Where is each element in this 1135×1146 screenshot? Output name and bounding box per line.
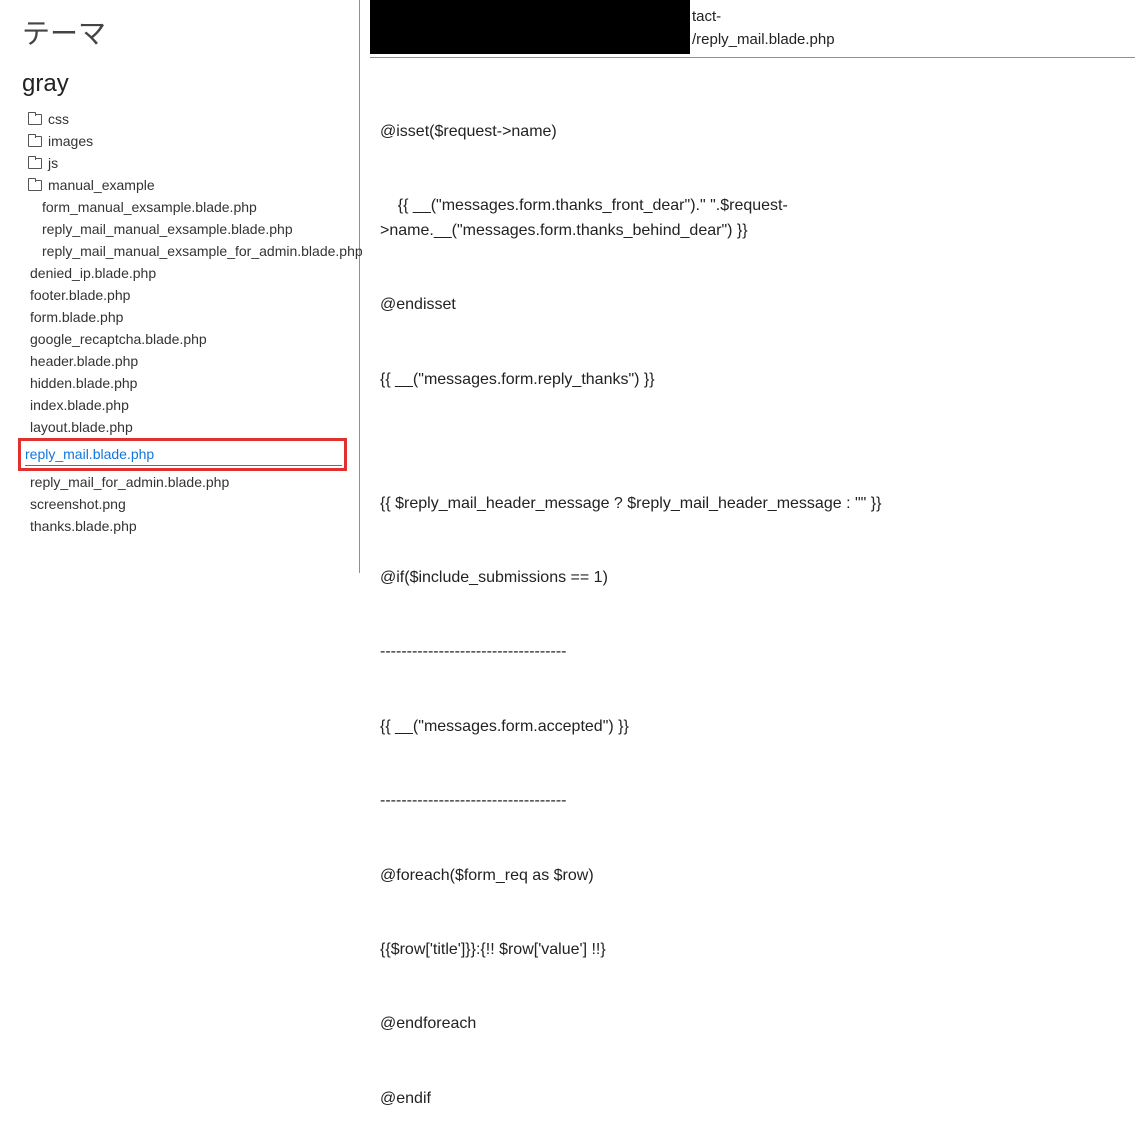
file-item[interactable]: reply_mail_manual_exsample.blade.php [22,218,349,240]
folder-label: js [48,155,58,171]
code-line: {{$row['title']}}:{!! $row['value'] !!} [380,938,1129,963]
file-item[interactable]: layout.blade.php [24,416,349,438]
main-panel: tact- /reply_mail.blade.php @isset($requ… [360,0,1135,573]
file-item[interactable]: header.blade.php [24,350,349,372]
theme-name: gray [22,70,349,98]
file-item[interactable]: form.blade.php [24,306,349,328]
file-path: tact- /reply_mail.blade.php [692,0,835,51]
code-line: @isset($request->name) [380,120,1129,145]
file-item[interactable]: footer.blade.php [24,284,349,306]
file-item[interactable]: thanks.blade.php [24,515,349,537]
sidebar: テーマ gray css images js manual_example fo… [0,0,360,573]
code-line: {{ $reply_mail_header_message ? $reply_m… [380,492,1129,517]
redacted-block [370,0,690,54]
file-item[interactable]: index.blade.php [24,394,349,416]
code-line: @endif [380,1087,1129,1112]
code-line: @if($include_submissions == 1) [380,566,1129,591]
folder-icon [28,158,42,169]
highlight-box: reply_mail.blade.php [18,438,347,471]
folder-js[interactable]: js [22,152,349,174]
code-line: ----------------------------------- [380,789,1129,814]
folder-css[interactable]: css [22,108,349,130]
folder-icon [28,136,42,147]
file-item-selected[interactable]: reply_mail.blade.php [25,443,342,466]
folder-icon [28,180,42,191]
code-line: @endisset [380,293,1129,318]
folder-label: images [48,133,93,149]
code-line: {{ __("messages.form.reply_thanks") }} [380,368,1129,393]
file-item[interactable]: form_manual_exsample.blade.php [22,196,349,218]
folder-icon [28,114,42,125]
folder-label: manual_example [48,177,155,193]
code-line: ----------------------------------- [380,640,1129,665]
folder-manual-example[interactable]: manual_example [22,174,349,196]
file-item[interactable]: denied_ip.blade.php [24,262,349,284]
code-line: {{ __("messages.form.thanks_front_dear")… [380,194,1129,244]
folder-label: css [48,111,69,127]
file-item[interactable]: reply_mail_manual_exsample_for_admin.bla… [22,240,349,262]
path-fragment: /reply_mail.blade.php [692,31,835,48]
file-item[interactable]: screenshot.png [24,493,349,515]
path-fragment: tact- [692,8,721,25]
file-item[interactable]: reply_mail_for_admin.blade.php [24,471,349,493]
code-line: {{ __("messages.form.accepted") }} [380,715,1129,740]
code-viewer[interactable]: @isset($request->name) {{ __("messages.f… [370,58,1135,1146]
file-item[interactable]: hidden.blade.php [24,372,349,394]
code-line: @endforeach [380,1012,1129,1037]
file-item[interactable]: google_recaptcha.blade.php [24,328,349,350]
file-path-row: tact- /reply_mail.blade.php [370,0,1135,58]
folder-images[interactable]: images [22,130,349,152]
code-line: @foreach($form_req as $row) [380,864,1129,889]
sidebar-title: テーマ [22,12,349,52]
